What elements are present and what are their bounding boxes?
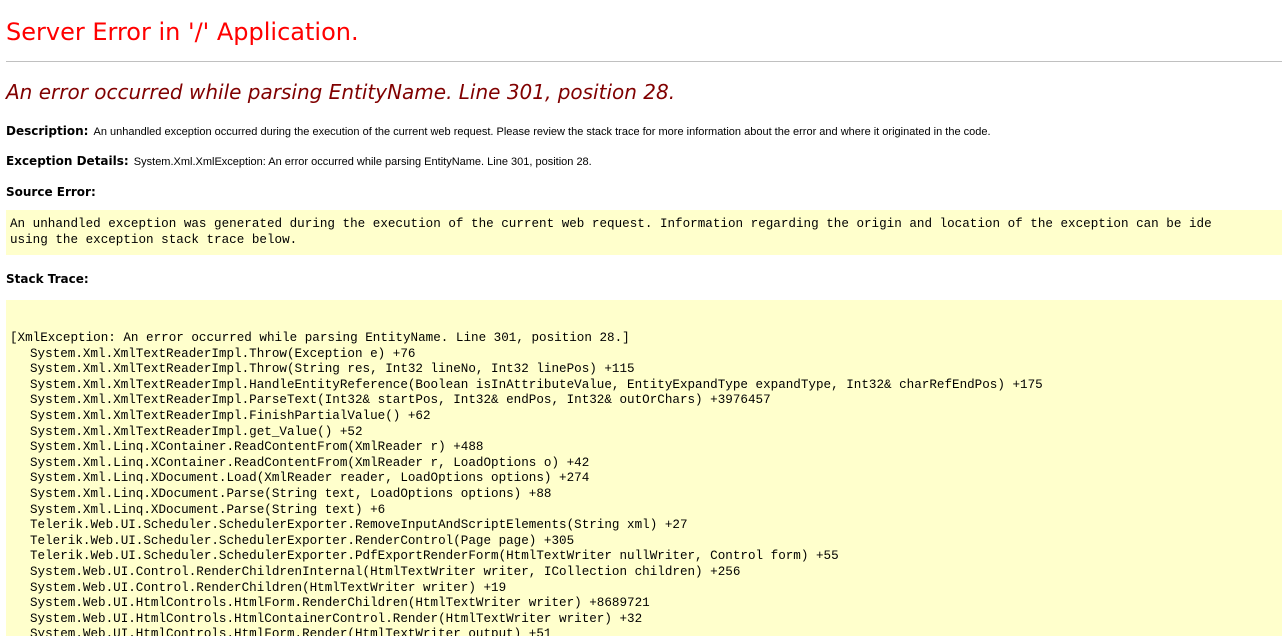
source-error-box: An unhandled exception was generated dur…: [6, 210, 1282, 255]
source-error-line: An unhandled exception was generated dur…: [10, 217, 1212, 231]
description-text: An unhandled exception occurred during t…: [93, 126, 991, 138]
stack-frame: System.Xml.Linq.XContainer.ReadContentFr…: [30, 455, 590, 470]
stack-trace-label: Stack Trace:: [6, 272, 89, 286]
stack-trace-exception-header: [XmlException: An error occurred while p…: [10, 331, 630, 345]
page-title: Server Error in '/' Application.: [6, 18, 359, 46]
stack-frame: System.Xml.Linq.XContainer.ReadContentFr…: [30, 440, 484, 455]
stack-frame: Telerik.Web.UI.Scheduler.SchedulerExport…: [30, 518, 688, 533]
description-line: Description: An unhandled exception occu…: [6, 122, 991, 140]
source-error-line: using the exception stack trace below.: [10, 232, 298, 247]
stack-frame: System.Web.UI.HtmlControls.HtmlForm.Rend…: [30, 596, 650, 611]
stack-frame: System.Xml.XmlTextReaderImpl.Throw(Strin…: [30, 362, 635, 377]
stack-trace-text: [XmlException: An error occurred while p…: [10, 331, 1043, 636]
stack-frame: System.Web.UI.HtmlControls.HtmlContainer…: [30, 611, 643, 626]
stack-frame: System.Xml.Linq.XDocument.Parse(String t…: [30, 502, 386, 517]
source-error-heading: Source Error:: [6, 183, 96, 200]
stack-frame: System.Xml.Linq.XDocument.Load(XmlReader…: [30, 471, 590, 486]
stack-frame: System.Xml.Linq.XDocument.Parse(String t…: [30, 486, 552, 501]
source-error-text: An unhandled exception was generated dur…: [10, 217, 1212, 248]
exception-details-text: System.Xml.XmlException: An error occurr…: [133, 156, 592, 168]
stack-frame: System.Web.UI.HtmlControls.HtmlForm.Rend…: [30, 627, 552, 636]
stack-frame: System.Xml.XmlTextReaderImpl.FinishParti…: [30, 408, 431, 423]
stack-trace-box: [XmlException: An error occurred while p…: [6, 300, 1282, 636]
stack-trace-heading: Stack Trace:: [6, 270, 89, 287]
exception-details-line: Exception Details: System.Xml.XmlExcepti…: [6, 152, 592, 170]
stack-frame: Telerik.Web.UI.Scheduler.SchedulerExport…: [30, 533, 575, 548]
description-label: Description:: [6, 124, 89, 138]
source-error-label: Source Error:: [6, 185, 96, 199]
stack-frame: System.Web.UI.Control.RenderChildrenInte…: [30, 564, 741, 579]
error-message: An error occurred while parsing EntityNa…: [6, 80, 676, 104]
stack-frame: System.Web.UI.Control.RenderChildren(Htm…: [30, 580, 507, 595]
stack-frame: System.Xml.XmlTextReaderImpl.get_Value()…: [30, 424, 363, 439]
title-divider: [6, 61, 1282, 62]
stack-frame: System.Xml.XmlTextReaderImpl.HandleEntit…: [30, 377, 1043, 392]
error-page: Server Error in '/' Application. An erro…: [0, 0, 1282, 636]
exception-details-label: Exception Details:: [6, 154, 129, 168]
stack-frame: System.Xml.XmlTextReaderImpl.Throw(Excep…: [30, 346, 416, 361]
stack-frame: Telerik.Web.UI.Scheduler.SchedulerExport…: [30, 549, 839, 564]
stack-frame: System.Xml.XmlTextReaderImpl.ParseText(I…: [30, 393, 771, 408]
